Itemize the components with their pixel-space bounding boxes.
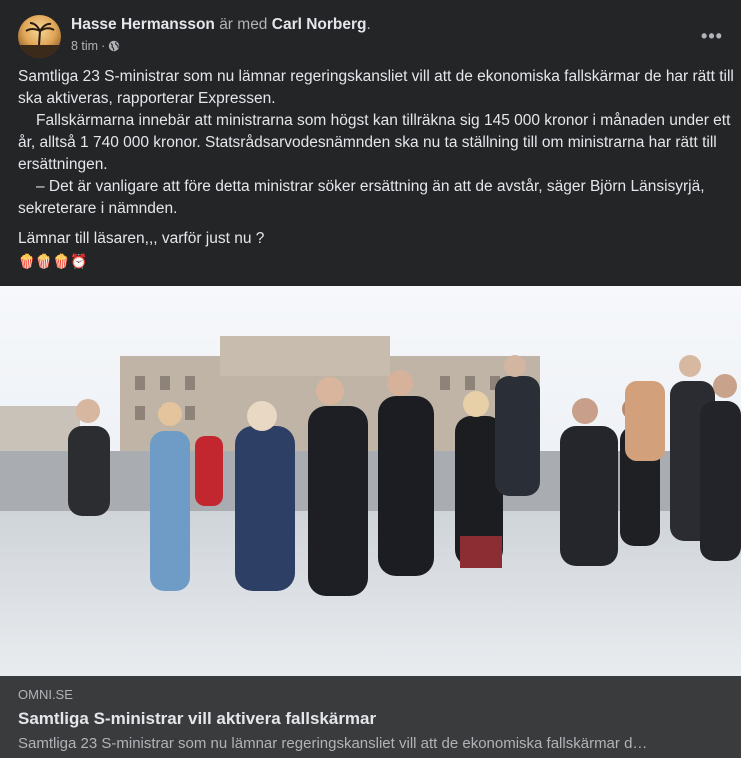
emoji-row: 🍿🍿🍿⏰: [18, 253, 88, 269]
link-preview-image[interactable]: [0, 286, 741, 676]
tagged-suffix: .: [366, 16, 371, 33]
time-separator: ·: [101, 39, 106, 53]
link-description: Samtliga 23 S-ministrar som nu lämnar re…: [18, 735, 648, 752]
author-line: Hasse Hermansson är med Carl Norberg.: [71, 16, 371, 34]
ministers-group-photo: [0, 286, 741, 676]
post-paragraph: Samtliga 23 S-ministrar som nu lämnar re…: [18, 68, 734, 107]
tagged-name[interactable]: Carl Norberg: [272, 16, 367, 33]
post-header: Hasse Hermansson är med Carl Norberg. 8 …: [18, 14, 730, 58]
facebook-post: Hasse Hermansson är med Carl Norberg. 8 …: [0, 0, 741, 758]
link-preview[interactable]: OMNI.SE Samtliga S-ministrar vill aktive…: [0, 676, 741, 758]
palm-tree-icon: [18, 22, 61, 58]
post-paragraph: Fallskärmarna innebär att ministrarna so…: [18, 112, 731, 173]
more-options-button[interactable]: •••: [694, 18, 730, 54]
with-text: är med: [219, 16, 268, 33]
link-title[interactable]: Samtliga S-ministrar vill aktivera falls…: [18, 709, 376, 729]
author-avatar[interactable]: [18, 15, 61, 58]
post-paragraph: – Det är vanligare att före detta minist…: [18, 178, 705, 217]
post-time[interactable]: 8 tim: [71, 39, 98, 53]
author-name[interactable]: Hasse Hermansson: [71, 16, 215, 33]
globe-icon: [108, 40, 120, 52]
post-text: Samtliga 23 S-ministrar som nu lämnar re…: [18, 66, 734, 270]
post-meta: 8 tim ·: [71, 39, 120, 53]
post-paragraph: Lämnar till läsaren,,, varför just nu ?: [18, 230, 265, 247]
link-domain: OMNI.SE: [18, 687, 73, 702]
